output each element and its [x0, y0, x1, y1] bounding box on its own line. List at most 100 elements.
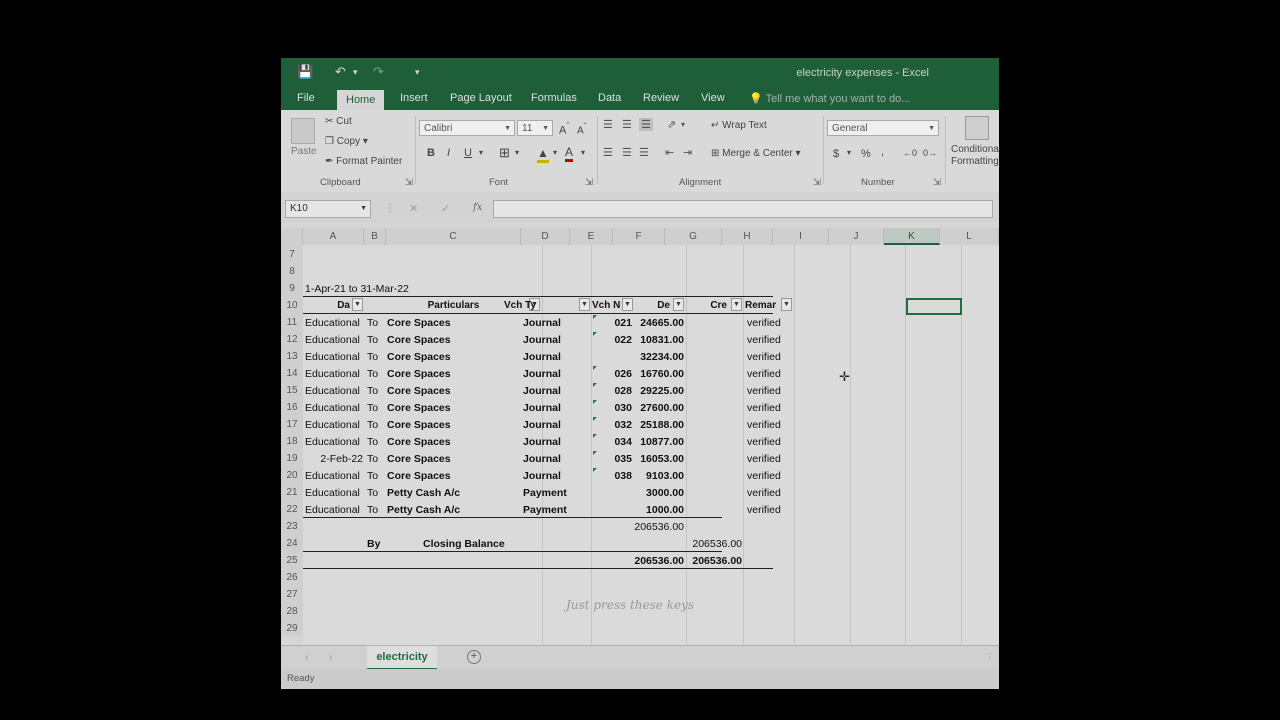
tab-file[interactable]: File	[297, 92, 315, 104]
column-header-b[interactable]: B	[364, 228, 386, 245]
row-header[interactable]: 14	[281, 364, 303, 381]
particulars-cell[interactable]: Core Spaces	[387, 415, 537, 432]
column-header-e[interactable]: E	[570, 228, 613, 245]
tab-page-layout[interactable]: Page Layout	[450, 92, 512, 104]
row-header[interactable]: 13	[281, 347, 303, 364]
vch-type-cell[interactable]: Payment	[523, 500, 583, 517]
add-sheet-icon[interactable]: +	[467, 650, 481, 664]
remarks-cell[interactable]: verified	[747, 449, 793, 466]
font-color-icon[interactable]: A	[565, 145, 574, 162]
fill-color-dropdown-icon[interactable]: ▾	[553, 148, 557, 157]
particulars-cell[interactable]: Core Spaces	[387, 398, 537, 415]
vch-no-cell[interactable]	[592, 347, 632, 364]
italic-button[interactable]: I	[447, 147, 450, 159]
subtotal-debit-cell[interactable]: 206536.00	[603, 517, 684, 534]
conditional-formatting-button[interactable]: Conditional Formatting	[951, 144, 999, 168]
remarks-cell[interactable]: verified	[747, 432, 793, 449]
vch-no-cell[interactable]: 035	[592, 449, 632, 466]
percent-button[interactable]: %	[861, 148, 871, 160]
header-credit[interactable]: Cre	[687, 296, 727, 313]
row-header[interactable]: 15	[281, 381, 303, 398]
tab-home[interactable]: Home	[337, 90, 385, 110]
column-header-i[interactable]: I	[773, 228, 829, 245]
to-cell[interactable]: To	[367, 330, 387, 347]
font-size-select[interactable]: 11 ▼	[517, 120, 553, 136]
number-launcher-icon[interactable]: ⇲	[933, 177, 941, 188]
column-header-j[interactable]: J	[829, 228, 884, 245]
scroll-left-icon[interactable]: ‹	[305, 652, 308, 663]
period-cell[interactable]: 1-Apr-21 to 31-Mar-22	[305, 279, 505, 296]
column-header-f[interactable]: F	[613, 228, 665, 245]
vch-no-cell[interactable]: 032	[592, 415, 632, 432]
format-painter-button[interactable]: ✒ Format Painter	[325, 156, 402, 167]
font-color-dropdown-icon[interactable]: ▾	[581, 148, 585, 157]
cut-button[interactable]: ✂ Cut	[325, 116, 352, 127]
tab-formulas[interactable]: Formulas	[531, 92, 577, 104]
remarks-cell[interactable]: verified	[747, 398, 793, 415]
to-cell[interactable]: To	[367, 347, 387, 364]
filter-dropdown-icon[interactable]: ▼	[579, 298, 590, 311]
to-cell[interactable]: To	[367, 483, 387, 500]
currency-dropdown-icon[interactable]: ▾	[847, 148, 851, 157]
filter-dropdown-icon[interactable]: ▼	[673, 298, 684, 311]
row-header[interactable]: 23	[281, 517, 303, 534]
remarks-cell[interactable]: verified	[747, 313, 793, 330]
closing-balance-label[interactable]: Closing Balance	[423, 534, 533, 551]
grow-font-icon[interactable]: Aˆ	[559, 121, 569, 137]
date-cell[interactable]: Educational	[305, 466, 363, 483]
by-cell[interactable]: By	[367, 534, 387, 551]
particulars-cell[interactable]: Petty Cash A/c	[387, 483, 537, 500]
vch-no-cell[interactable]	[592, 500, 632, 517]
vch-no-cell[interactable]	[592, 483, 632, 500]
vch-type-cell[interactable]: Journal	[523, 330, 583, 347]
customize-qat-icon[interactable]: ▾	[415, 67, 420, 78]
date-cell[interactable]: Educational	[305, 381, 363, 398]
scroll-right-icon[interactable]: ›	[329, 652, 332, 663]
column-header-d[interactable]: D	[521, 228, 570, 245]
header-date[interactable]: Da	[303, 296, 350, 313]
particulars-cell[interactable]: Core Spaces	[387, 347, 537, 364]
vch-type-cell[interactable]: Journal	[523, 347, 583, 364]
row-header[interactable]: 9	[281, 279, 303, 296]
header-vch-type[interactable]: Vch Ty	[503, 296, 541, 313]
header-particulars[interactable]: Particulars	[386, 296, 521, 313]
conditional-formatting-icon[interactable]	[965, 116, 989, 140]
to-cell[interactable]: To	[367, 500, 387, 517]
align-left-icon[interactable]: ☰	[603, 146, 613, 159]
date-cell[interactable]: 2-Feb-22	[305, 449, 363, 466]
header-debit[interactable]: De	[635, 296, 670, 313]
date-cell[interactable]: Educational	[305, 483, 363, 500]
particulars-cell[interactable]: Core Spaces	[387, 466, 537, 483]
particulars-cell[interactable]: Core Spaces	[387, 432, 537, 449]
column-header-k[interactable]: K	[884, 228, 940, 245]
increase-decimal-icon[interactable]: ←0	[903, 148, 917, 158]
row-header[interactable]: 17	[281, 415, 303, 432]
particulars-cell[interactable]: Petty Cash A/c	[387, 500, 537, 517]
vch-type-cell[interactable]: Journal	[523, 466, 583, 483]
header-remarks[interactable]: Remar	[745, 296, 780, 313]
align-top-icon[interactable]: ☰	[603, 118, 613, 131]
debit-cell[interactable]: 29225.00	[635, 381, 684, 398]
particulars-cell[interactable]: Core Spaces	[387, 313, 537, 330]
filter-dropdown-icon[interactable]: ▼	[781, 298, 792, 311]
sheet-tab-electricity[interactable]: electricity	[367, 646, 437, 670]
tab-view[interactable]: View	[701, 92, 725, 104]
debit-cell[interactable]: 10831.00	[635, 330, 684, 347]
orientation-dropdown-icon[interactable]: ▾	[681, 120, 685, 129]
to-cell[interactable]: To	[367, 449, 387, 466]
particulars-cell[interactable]: Core Spaces	[387, 364, 537, 381]
cell-grid[interactable]: 1-Apr-21 to 31-Mar-22 Da ▼ Particulars ▼…	[303, 245, 999, 645]
bold-button[interactable]: B	[427, 147, 435, 159]
comma-button[interactable]: ,	[881, 146, 884, 158]
vch-no-cell[interactable]: 022	[592, 330, 632, 347]
filter-dropdown-icon[interactable]: ▼	[622, 298, 633, 311]
tell-me-search[interactable]: 💡 Tell me what you want to do...	[749, 92, 910, 105]
underline-dropdown-icon[interactable]: ▾	[479, 148, 483, 157]
date-cell[interactable]: Educational	[305, 313, 363, 330]
vch-no-cell[interactable]: 034	[592, 432, 632, 449]
debit-cell[interactable]: 1000.00	[635, 500, 684, 517]
cancel-icon[interactable]: ✕	[409, 202, 418, 215]
row-header[interactable]: 19	[281, 449, 303, 466]
fill-color-icon[interactable]: ▲	[537, 146, 549, 163]
vch-type-cell[interactable]: Journal	[523, 415, 583, 432]
